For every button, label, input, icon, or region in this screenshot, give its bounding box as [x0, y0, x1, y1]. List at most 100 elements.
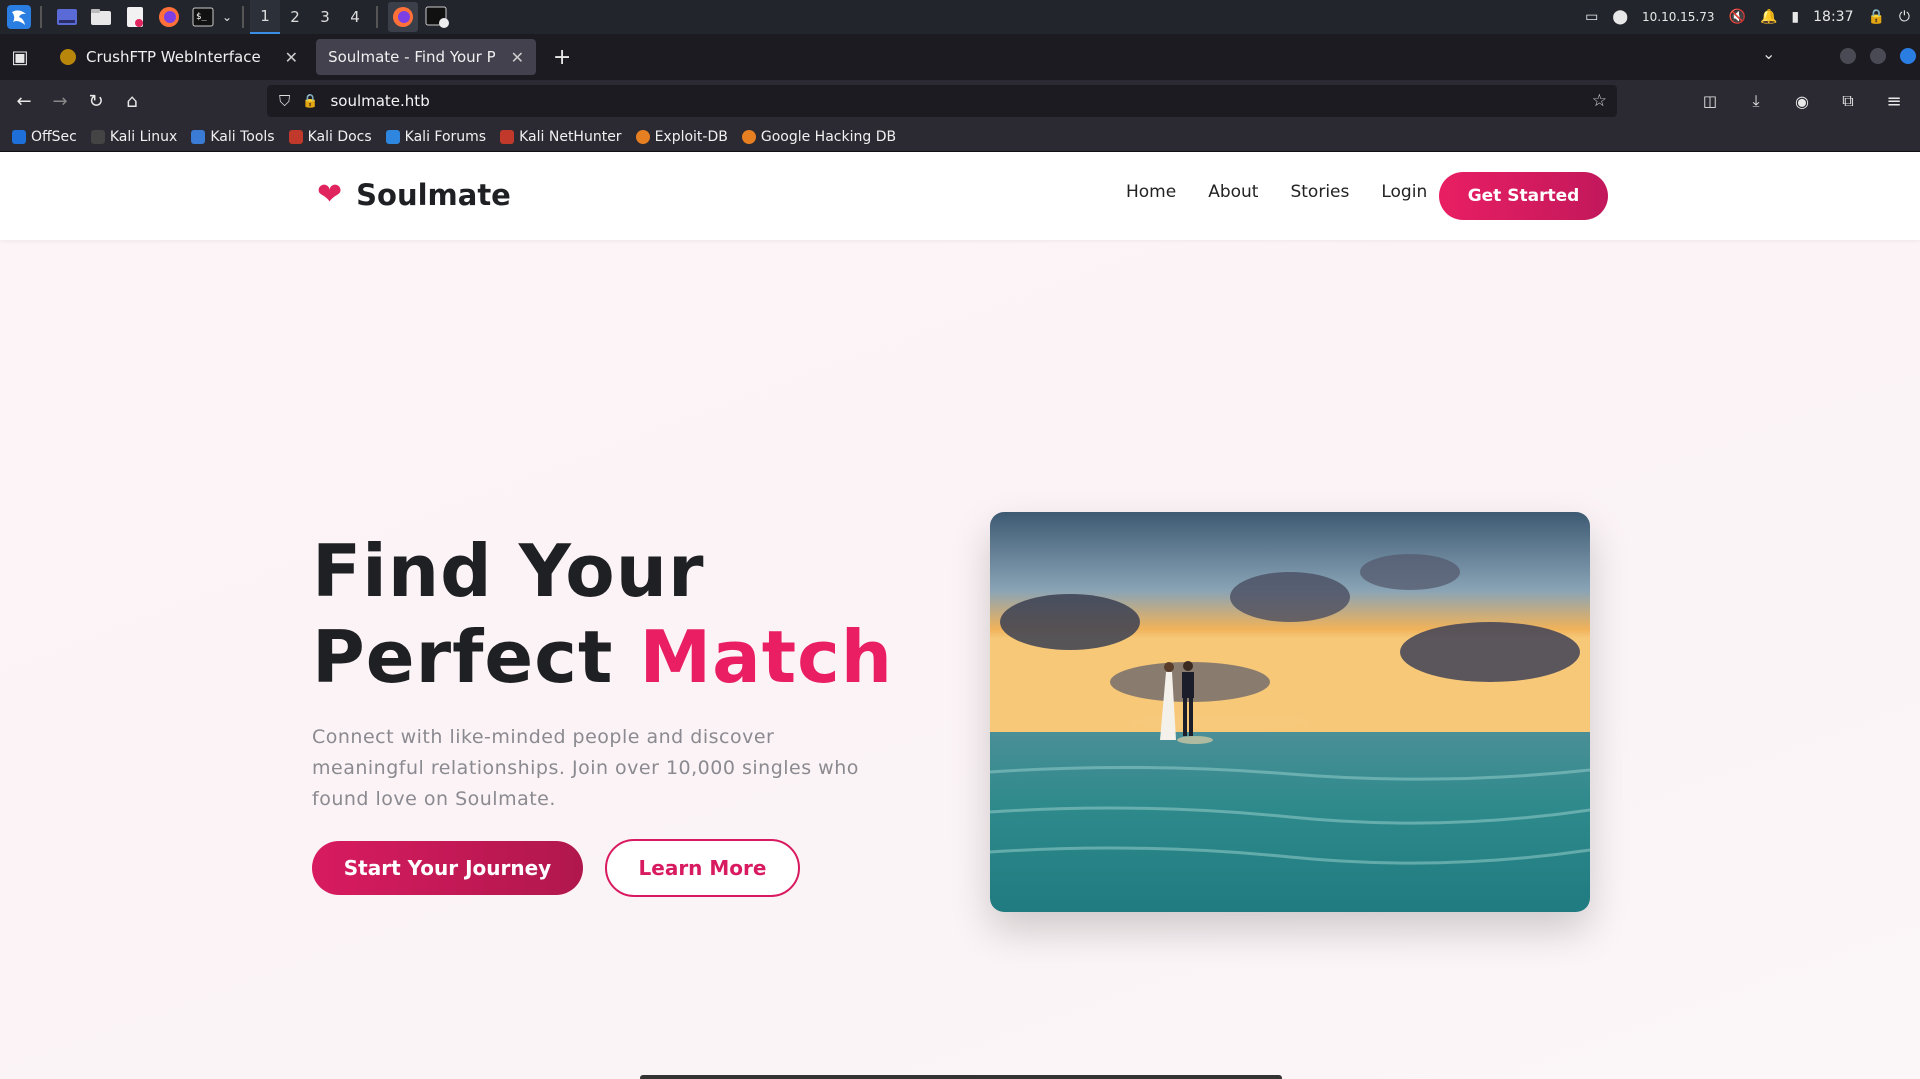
- bookmark-label: Kali Linux: [109, 128, 178, 145]
- workspace-3[interactable]: 3: [310, 0, 340, 34]
- bookmark-kali-tools[interactable]: Kali Tools: [191, 128, 275, 145]
- home-icon[interactable]: ⌂: [114, 83, 150, 119]
- show-desktop-icon[interactable]: [52, 2, 82, 32]
- notification-bell-icon[interactable]: 🔔: [1760, 9, 1777, 25]
- bookmark-label: Exploit-DB: [654, 128, 728, 145]
- heart-icon: ❤: [317, 177, 343, 212]
- file-manager-icon[interactable]: [86, 2, 116, 32]
- tab-title: Soulmate - Find Your Perfect: [328, 48, 495, 66]
- downloads-icon[interactable]: ⤓: [1738, 83, 1774, 119]
- system-taskbar: $_ ⌄ 1 2 3 4 ▭ ⬤ 10.10.15.73 🔇 🔔 ▮ 18:37…: [0, 0, 1920, 34]
- hero-image-couple-beach: [990, 512, 1590, 912]
- extensions-icon[interactable]: ⧉: [1830, 83, 1866, 119]
- tab-crushftp[interactable]: CrushFTP WebInterface ✕: [48, 39, 310, 75]
- bookmark-kali-linux[interactable]: Kali Linux: [90, 128, 178, 145]
- battery-icon[interactable]: ▮: [1791, 9, 1799, 25]
- toolbar-right: ◫ ⤓ ◉ ⧉ ≡: [1692, 80, 1912, 122]
- back-icon[interactable]: ←: [6, 83, 42, 119]
- clock[interactable]: 18:37: [1813, 9, 1853, 25]
- bookmark-label: Kali Forums: [404, 128, 487, 145]
- tab-soulmate[interactable]: Soulmate - Find Your Perfect ✕: [316, 39, 537, 75]
- bookmarks-toolbar: OffSec Kali Linux Kali Tools Kali Docs K…: [0, 122, 1920, 152]
- maximize-icon[interactable]: [1870, 48, 1886, 64]
- menu-icon[interactable]: ≡: [1876, 83, 1912, 119]
- hero-title-line1: Find Your: [312, 529, 705, 613]
- nav-stories[interactable]: Stories: [1290, 182, 1349, 202]
- bottom-section-edge: [640, 1075, 1282, 1079]
- workspace-4[interactable]: 4: [340, 0, 370, 34]
- hero-title-line2a: Perfect: [312, 615, 614, 699]
- forward-icon[interactable]: →: [42, 83, 78, 119]
- nethunter-icon: [500, 129, 515, 144]
- account-icon[interactable]: ◉: [1784, 83, 1820, 119]
- taskbar-separator: [376, 6, 379, 28]
- kali-menu-icon[interactable]: [4, 2, 34, 32]
- bookmark-kali-forums[interactable]: Kali Forums: [385, 128, 487, 145]
- network-vpn-icon[interactable]: ⬤: [1612, 9, 1628, 25]
- lock-icon[interactable]: 🔒: [302, 94, 318, 109]
- get-started-button[interactable]: Get Started: [1439, 172, 1608, 220]
- minimize-icon[interactable]: [1840, 48, 1856, 64]
- terminal-window-icon[interactable]: [422, 2, 452, 32]
- reload-icon[interactable]: ↻: [78, 83, 114, 119]
- bookmark-label: Kali Tools: [210, 128, 275, 145]
- nav-login[interactable]: Login: [1381, 182, 1427, 202]
- close-window-icon[interactable]: [1900, 48, 1916, 64]
- hero-title-accent: Match: [639, 615, 894, 699]
- firefox-icon[interactable]: [154, 2, 184, 32]
- ghdb-icon: [741, 129, 756, 144]
- bookmark-label: Kali Docs: [307, 128, 372, 145]
- firefox-window-icon[interactable]: [388, 2, 419, 32]
- tab-overview-icon[interactable]: ▣: [2, 39, 38, 75]
- site-header: ❤ Soulmate Home About Stories Login Get …: [0, 152, 1920, 240]
- kali-dragon-icon: [90, 129, 105, 144]
- bookmark-star-icon[interactable]: ☆: [1592, 91, 1607, 111]
- text-editor-icon[interactable]: [120, 2, 150, 32]
- terminal-icon[interactable]: $_: [188, 2, 218, 32]
- site-nav: Home About Stories Login: [1126, 182, 1427, 202]
- shield-icon[interactable]: ⛉: [279, 92, 290, 110]
- workspace-2[interactable]: 2: [280, 0, 310, 34]
- crushftp-icon: [60, 49, 76, 65]
- close-tab-icon[interactable]: ✕: [285, 48, 298, 67]
- list-all-tabs-icon[interactable]: ⌄: [1762, 44, 1775, 63]
- nav-home[interactable]: Home: [1126, 182, 1176, 202]
- pocket-icon[interactable]: ◫: [1692, 83, 1728, 119]
- kali-forums-icon: [385, 129, 400, 144]
- start-journey-button[interactable]: Start Your Journey: [312, 841, 583, 895]
- bookmark-label: Kali NetHunter: [519, 128, 622, 145]
- bookmark-label: Google Hacking DB: [760, 128, 897, 145]
- new-tab-icon[interactable]: +: [544, 39, 580, 75]
- bookmark-offsec[interactable]: OffSec: [12, 129, 77, 145]
- learn-more-button[interactable]: Learn More: [605, 839, 800, 897]
- kali-tools-icon: [191, 129, 206, 144]
- display-icon[interactable]: ▭: [1585, 9, 1598, 25]
- bookmark-google-hacking-db[interactable]: Google Hacking DB: [741, 128, 897, 145]
- browser-tab-strip: ▣ CrushFTP WebInterface ✕ Soulmate - Fin…: [0, 34, 1920, 80]
- workspace-1[interactable]: 1: [250, 0, 281, 34]
- nav-about[interactable]: About: [1208, 182, 1258, 202]
- power-icon[interactable]: ⏻: [1899, 9, 1910, 25]
- taskbar-separator: [242, 6, 245, 28]
- svg-text:$_: $_: [196, 12, 207, 22]
- bookmark-kali-docs[interactable]: Kali Docs: [288, 128, 372, 145]
- taskbar-separator: [40, 6, 42, 28]
- kali-docs-icon: [288, 129, 303, 144]
- exploit-db-icon: [635, 129, 650, 144]
- hero-title: Find Your Perfect Match: [312, 528, 893, 700]
- bookmark-exploit-db[interactable]: Exploit-DB: [635, 128, 728, 145]
- hero-subtitle: Connect with like-minded people and disc…: [312, 726, 859, 810]
- close-tab-icon[interactable]: ✕: [511, 48, 524, 67]
- system-tray: ▭ ⬤ 10.10.15.73 🔇 🔔 ▮ 18:37 🔒 ⏻: [1585, 0, 1920, 34]
- offsec-icon: [12, 129, 26, 144]
- brand-name: Soulmate: [356, 178, 511, 212]
- mute-icon[interactable]: 🔇: [1729, 9, 1746, 25]
- ip-address: 10.10.15.73: [1642, 10, 1715, 24]
- chevron-down-icon[interactable]: ⌄: [222, 10, 232, 24]
- url-text[interactable]: soulmate.htb: [330, 92, 429, 110]
- bookmark-kali-nethunter[interactable]: Kali NetHunter: [500, 128, 622, 145]
- brand-logo[interactable]: ❤ Soulmate: [317, 178, 511, 212]
- browser-navbar: ← → ↻ ⌂ ⛉ 🔒 soulmate.htb ☆ ◫ ⤓ ◉ ⧉ ≡: [0, 80, 1920, 122]
- lock-icon[interactable]: 🔒: [1867, 9, 1884, 25]
- address-bar[interactable]: ⛉ 🔒 soulmate.htb ☆: [267, 85, 1617, 117]
